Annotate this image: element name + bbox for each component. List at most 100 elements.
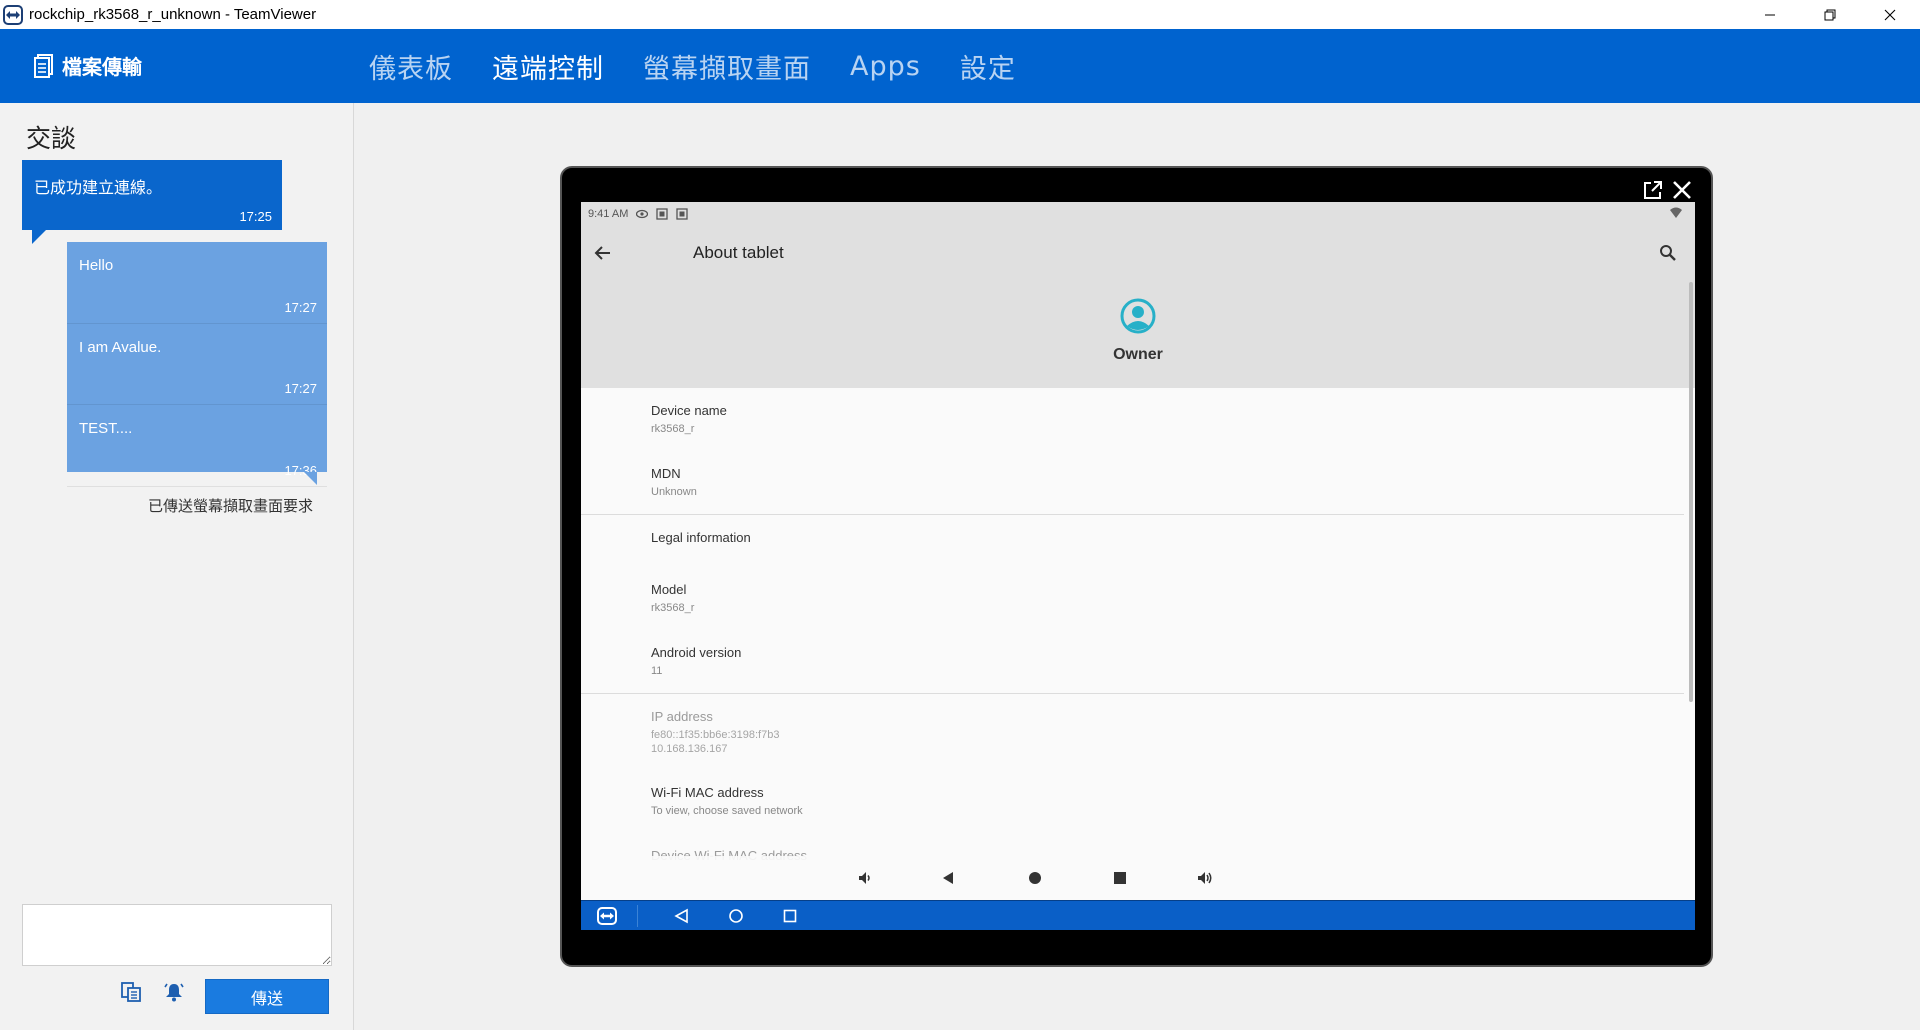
setting-device-name[interactable]: Device name rk3568_r [581, 388, 1684, 451]
close-icon [1884, 9, 1896, 20]
volume-down-button[interactable] [855, 868, 875, 888]
account-circle-icon[interactable] [1120, 298, 1156, 334]
circle-home-icon [1029, 872, 1041, 884]
minimize-icon [1765, 14, 1775, 15]
list-item: Hello 17:27 [67, 242, 327, 324]
setting-title: Device name [651, 403, 727, 418]
setting-value: fe80::1f35:bb6e:3198:f7b3 10.168.136.167 [651, 729, 780, 755]
chat-sidebar: 交談 已成功建立連線。 17:25 Hello 17:27 I am Avalu… [0, 103, 354, 1030]
setting-legal-information[interactable]: Legal information [581, 515, 1684, 567]
send-button[interactable]: 傳送 [205, 979, 329, 1014]
close-button[interactable] [1860, 0, 1920, 29]
screenshot-icon [656, 208, 669, 220]
system-message: 已成功建立連線。 17:25 [22, 160, 282, 244]
restore-button[interactable] [1800, 0, 1860, 29]
wifi-icon [1670, 207, 1682, 218]
home-button[interactable] [1025, 868, 1045, 888]
top-tabs: 儀表板 遠端控制 螢幕擷取畫面 Apps 設定 [369, 29, 1055, 103]
setting-title: Wi-Fi MAC address [651, 785, 764, 800]
message-text: TEST.... [79, 420, 133, 438]
system-message-text: 已成功建立連線。 [34, 178, 163, 197]
system-message-time: 17:25 [239, 209, 272, 224]
close-remote-button[interactable] [1670, 178, 1694, 202]
square-recents-icon [1114, 872, 1126, 884]
back-arrow-icon[interactable] [593, 243, 613, 263]
divider [637, 905, 638, 927]
main-header: 檔案傳輸 儀表板 遠端控制 螢幕擷取畫面 Apps 設定 [0, 29, 1920, 103]
list-item: TEST.... 17:36 [67, 405, 327, 487]
volume-up-button[interactable] [1195, 868, 1215, 888]
list-item: I am Avalue. 17:27 [67, 324, 327, 406]
settings-list: Device name rk3568_r MDN Unknown Legal i… [581, 388, 1684, 896]
setting-title: Legal information [651, 530, 751, 545]
remote-device-frame: 9:41 AM About tablet Owner Device name r… [560, 166, 1713, 967]
bell-icon [164, 983, 184, 1002]
android-status-bar: 9:41 AM [581, 202, 1695, 226]
status-time: 9:41 AM [588, 208, 629, 220]
remote-screen[interactable]: 9:41 AM About tablet Owner Device name r… [581, 202, 1695, 930]
notify-button[interactable] [161, 979, 187, 1005]
restore-icon [1824, 9, 1836, 20]
screen-title: About tablet [693, 243, 784, 262]
screenshot-icon [676, 208, 689, 220]
setting-mdn[interactable]: MDN Unknown [581, 451, 1684, 514]
setting-title: MDN [651, 466, 681, 481]
file-transfer-label: 檔案傳輸 [62, 57, 142, 79]
setting-title: Model [651, 582, 687, 597]
setting-value: 11 [651, 665, 663, 677]
android-app-bar: About tablet [581, 226, 1695, 282]
teamviewer-quicksupport-bar [581, 900, 1695, 930]
message-group: Hello 17:27 I am Avalue. 17:27 TEST.... … [67, 242, 327, 487]
search-icon[interactable] [1659, 244, 1677, 262]
message-tail [304, 472, 317, 485]
remote-control-bar [581, 856, 1695, 900]
message-text: I am Avalue. [79, 338, 162, 356]
teamviewer-logo-icon[interactable] [597, 907, 617, 925]
file-transfer-button[interactable]: 檔案傳輸 [34, 51, 142, 80]
window-titlebar: rockchip_rk3568_r_unknown - TeamViewer [0, 0, 1920, 29]
setting-value: rk3568_r [651, 423, 695, 435]
message-text: Hello [79, 257, 114, 274]
setting-wifi-mac[interactable]: Wi-Fi MAC address To view, choose saved … [581, 770, 1684, 833]
message-tail [32, 230, 46, 244]
owner-name: Owner [1113, 346, 1163, 363]
window-title: rockchip_rk3568_r_unknown - TeamViewer [29, 6, 317, 23]
owner-section: Owner [581, 282, 1695, 388]
tab-screenshot[interactable]: 螢幕擷取畫面 [643, 47, 811, 86]
back-button[interactable] [939, 868, 959, 888]
tab-settings[interactable]: 設定 [960, 47, 1016, 86]
teamviewer-app-icon [3, 4, 23, 25]
remote-scrollbar[interactable] [1689, 282, 1693, 702]
tab-remote-control[interactable]: 遠端控制 [492, 47, 604, 86]
setting-ip-address[interactable]: IP address fe80::1f35:bb6e:3198:f7b3 10.… [581, 694, 1684, 770]
setting-android-version[interactable]: Android version 11 [581, 630, 1684, 693]
setting-model[interactable]: Model rk3568_r [581, 567, 1684, 630]
chat-title: 交談 [26, 124, 77, 153]
setting-value: rk3568_r [651, 602, 695, 614]
triangle-back-icon [943, 872, 953, 884]
setting-value: To view, choose saved network [651, 805, 803, 817]
recents-button[interactable] [1110, 868, 1130, 888]
square-recents-icon[interactable] [781, 907, 799, 925]
close-icon [1673, 181, 1691, 199]
message-time: 17:27 [284, 299, 317, 315]
volume-up-icon [1198, 872, 1212, 884]
circle-home-icon[interactable] [727, 907, 745, 925]
file-transfer-icon [34, 53, 53, 78]
send-file-button[interactable] [118, 979, 144, 1005]
minimize-button[interactable] [1740, 0, 1800, 29]
chat-input[interactable] [22, 904, 332, 966]
tab-apps[interactable]: Apps [850, 51, 921, 82]
tab-dashboard[interactable]: 儀表板 [369, 47, 453, 86]
screenshot-request-status: 已傳送螢幕擷取畫面要求 [147, 497, 313, 515]
eye-icon [636, 208, 649, 220]
setting-title: IP address [651, 709, 713, 724]
popout-button[interactable] [1641, 178, 1665, 202]
triangle-back-icon[interactable] [673, 907, 691, 925]
setting-value: Unknown [651, 486, 697, 498]
file-send-icon [121, 982, 141, 1002]
external-link-icon [1644, 181, 1662, 199]
message-time: 17:27 [284, 381, 317, 397]
volume-down-icon [859, 872, 870, 884]
setting-title: Android version [651, 645, 742, 660]
